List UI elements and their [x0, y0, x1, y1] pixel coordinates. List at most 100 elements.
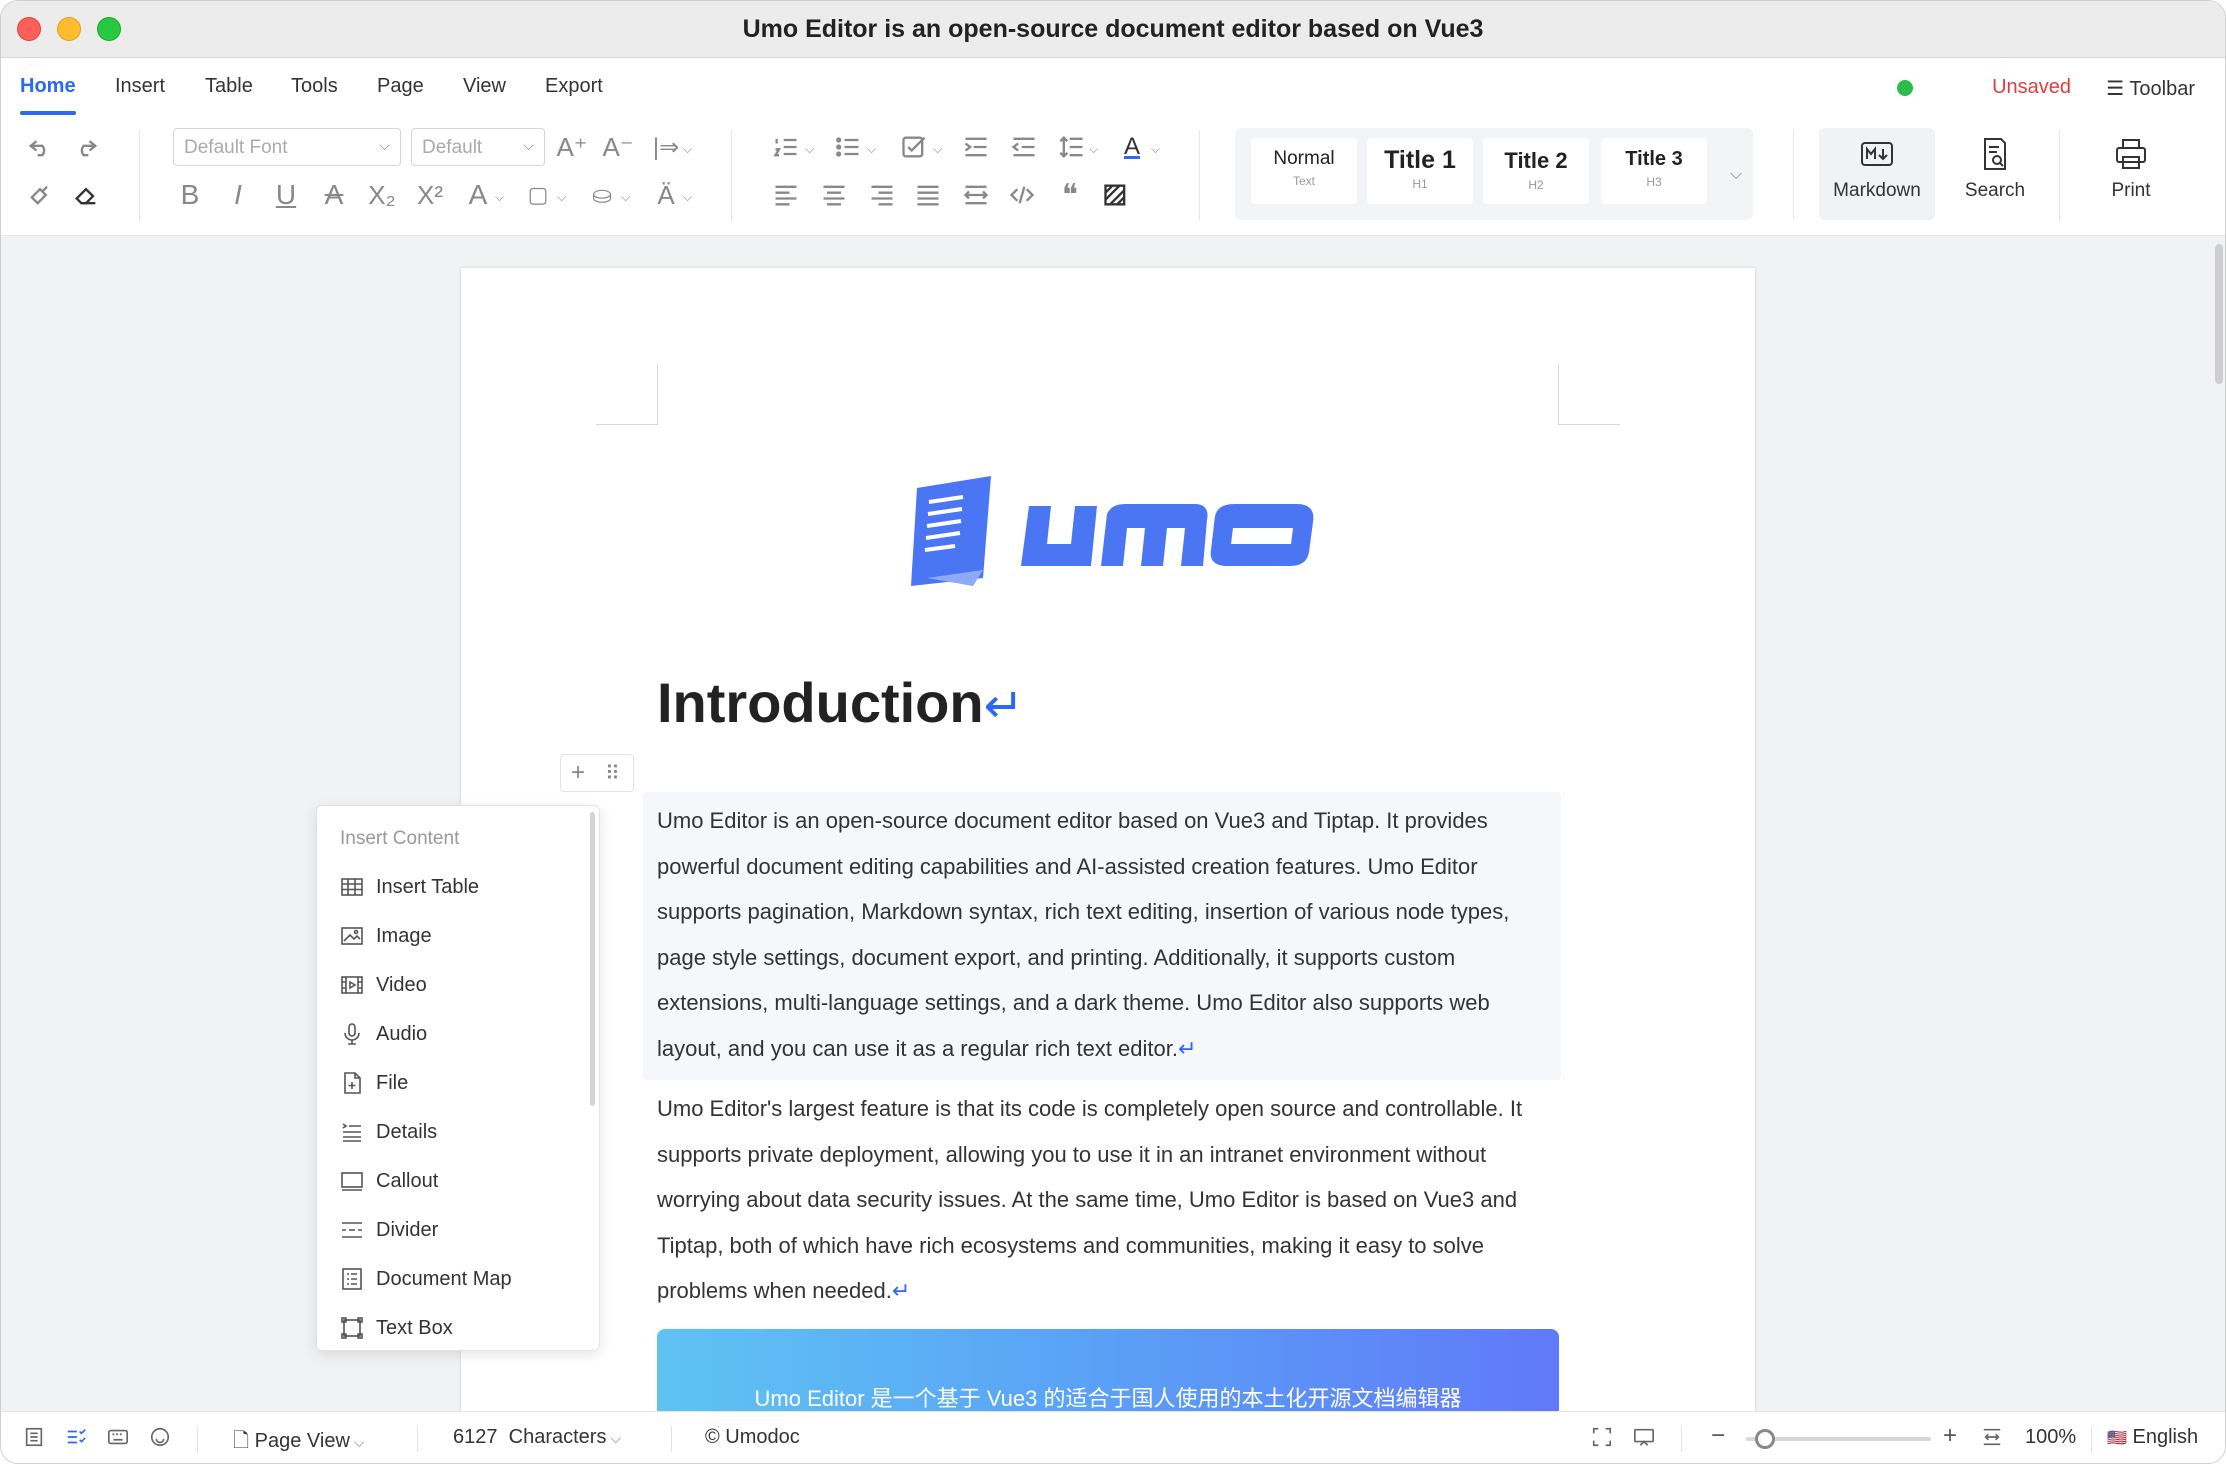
indent-icon[interactable] — [959, 130, 993, 164]
chevron-down-icon[interactable]: ⌵ — [621, 190, 633, 204]
paragraph-1[interactable]: Umo Editor is an open-source document ed… — [657, 798, 1557, 1071]
style-title-3-sub: H3 — [1646, 175, 1662, 189]
chevron-down-icon[interactable]: ⌵ — [683, 190, 695, 204]
fit-width-icon[interactable] — [1981, 1426, 2005, 1450]
strikethrough-icon[interactable]: A — [317, 178, 351, 212]
menu-item-callout[interactable]: Callout — [340, 1164, 580, 1200]
font-decrease-icon[interactable]: A⁻ — [601, 130, 635, 164]
distributed-align-icon[interactable] — [959, 178, 993, 212]
letter-spacing-icon[interactable]: |⇒ — [649, 130, 683, 164]
zoom-level[interactable]: 100% — [2025, 1426, 2076, 1449]
toolbar-toggle[interactable]: ☰ Toolbar — [2106, 76, 2195, 101]
bold-icon[interactable]: B — [173, 178, 207, 212]
workspace-scrollbar[interactable] — [2215, 244, 2223, 384]
markdown-button[interactable]: Markdown — [1819, 128, 1935, 220]
style-title-1[interactable]: Title 1 H1 — [1367, 138, 1473, 204]
outdent-icon[interactable] — [1007, 130, 1041, 164]
add-block-icon[interactable]: + — [571, 759, 585, 787]
chevron-down-icon[interactable]: ⌵ — [1151, 142, 1163, 156]
insert-menu-scrollbar[interactable] — [590, 812, 595, 1106]
underline-icon[interactable]: U — [269, 178, 303, 212]
fullscreen-icon[interactable] — [1591, 1426, 1615, 1450]
menu-item-file[interactable]: File — [340, 1066, 580, 1102]
chevron-down-icon[interactable]: ⌵ — [1089, 142, 1101, 156]
undo-icon[interactable] — [23, 130, 57, 164]
menu-item-document-map[interactable]: Document Map — [340, 1262, 580, 1298]
search-button[interactable]: Search — [1945, 128, 2045, 220]
line-height-icon[interactable] — [1055, 130, 1089, 164]
drag-handle-icon[interactable]: ⠿ — [605, 761, 620, 786]
subscript-icon[interactable]: X₂ — [365, 178, 399, 212]
chevron-down-icon[interactable]: ⌵ — [1730, 166, 1742, 184]
tab-view[interactable]: View — [463, 75, 506, 98]
menu-item-divider[interactable]: Divider — [340, 1213, 580, 1249]
format-painter-icon[interactable] — [23, 178, 57, 212]
text-border-icon[interactable]: ▢ — [521, 178, 555, 212]
menu-item-video[interactable]: Video — [340, 968, 580, 1004]
code-icon[interactable] — [1005, 178, 1039, 212]
clear-format-icon[interactable] — [1099, 178, 1133, 212]
tab-export[interactable]: Export — [545, 75, 603, 98]
status-separator — [197, 1426, 198, 1452]
highlight-icon[interactable]: ⛀ — [585, 178, 619, 212]
tab-table[interactable]: Table — [205, 75, 253, 98]
tab-tools[interactable]: Tools — [291, 75, 338, 98]
align-left-icon[interactable] — [769, 178, 803, 212]
document-heading[interactable]: Introduction↵ — [657, 670, 1024, 735]
text-color-icon[interactable]: A — [1115, 130, 1149, 164]
redo-icon[interactable] — [69, 130, 103, 164]
paragraph-2[interactable]: Umo Editor's largest feature is that its… — [657, 1086, 1557, 1314]
menu-item-insert-table[interactable]: Insert Table — [340, 870, 580, 906]
outline-icon[interactable] — [23, 1426, 47, 1450]
tab-insert[interactable]: Insert — [115, 75, 165, 98]
font-family-value: Default Font — [184, 137, 288, 158]
document-page[interactable]: Introduction↵ Umo Editor is an open-sour… — [461, 268, 1755, 1459]
chevron-down-icon[interactable]: ⌵ — [683, 142, 695, 156]
print-button[interactable]: Print — [2081, 128, 2181, 220]
menu-item-label: Video — [376, 974, 427, 996]
emoji-icon[interactable] — [149, 1426, 173, 1450]
ordered-list-icon[interactable] — [769, 130, 803, 164]
character-count[interactable]: 6127 Characters ⌵ — [453, 1426, 621, 1449]
tab-page[interactable]: Page — [377, 75, 424, 98]
task-list-icon[interactable] — [897, 130, 931, 164]
checklist-view-icon[interactable] — [65, 1426, 89, 1450]
style-title-2[interactable]: Title 2 H2 — [1483, 138, 1589, 204]
chevron-down-icon[interactable]: ⌵ — [557, 190, 569, 204]
align-right-icon[interactable] — [865, 178, 899, 212]
eraser-icon[interactable] — [69, 178, 103, 212]
view-mode-label: Page View — [254, 1430, 350, 1452]
tab-home[interactable]: Home — [20, 75, 76, 115]
chevron-down-icon[interactable]: ⌵ — [495, 190, 507, 204]
zoom-out-button[interactable]: − — [1711, 1422, 1725, 1450]
chevron-down-icon[interactable]: ⌵ — [805, 142, 817, 156]
umodoc-link[interactable]: © Umodoc — [705, 1426, 800, 1449]
align-justify-icon[interactable] — [911, 178, 945, 212]
language-select[interactable]: 🇺🇸 English — [2107, 1426, 2198, 1449]
italic-icon[interactable]: I — [221, 178, 255, 212]
font-size-select[interactable]: Default ⌵ — [411, 128, 545, 166]
style-normal[interactable]: Normal Text — [1251, 138, 1357, 204]
font-family-select[interactable]: Default Font ⌵ — [173, 128, 401, 166]
presentation-icon[interactable] — [1633, 1426, 1657, 1450]
font-color-icon[interactable]: A — [461, 178, 495, 212]
bullet-list-icon[interactable] — [831, 130, 865, 164]
style-title-1-sub: H1 — [1412, 177, 1428, 191]
quote-icon[interactable]: ❝ — [1053, 178, 1087, 212]
ribbon-separator — [1199, 130, 1200, 220]
superscript-icon[interactable]: X² — [413, 178, 447, 212]
chevron-down-icon[interactable]: ⌵ — [867, 142, 879, 156]
menu-item-audio[interactable]: Audio — [340, 1017, 580, 1053]
view-mode-select[interactable]: 🗋 Page View ⌵ — [233, 1426, 364, 1460]
font-increase-icon[interactable]: A⁺ — [555, 130, 589, 164]
align-center-icon[interactable] — [817, 178, 851, 212]
keyboard-icon[interactable] — [107, 1426, 131, 1450]
zoom-slider-knob[interactable] — [1754, 1429, 1775, 1449]
menu-item-image[interactable]: Image — [340, 919, 580, 955]
menu-item-details[interactable]: Details — [340, 1115, 580, 1151]
zoom-in-button[interactable]: + — [1943, 1422, 1957, 1450]
menu-item-text-box[interactable]: Text Box — [340, 1311, 580, 1347]
style-title-3[interactable]: Title 3 H3 — [1601, 138, 1707, 204]
text-effect-icon[interactable]: Ä — [649, 178, 683, 212]
chevron-down-icon[interactable]: ⌵ — [933, 142, 945, 156]
